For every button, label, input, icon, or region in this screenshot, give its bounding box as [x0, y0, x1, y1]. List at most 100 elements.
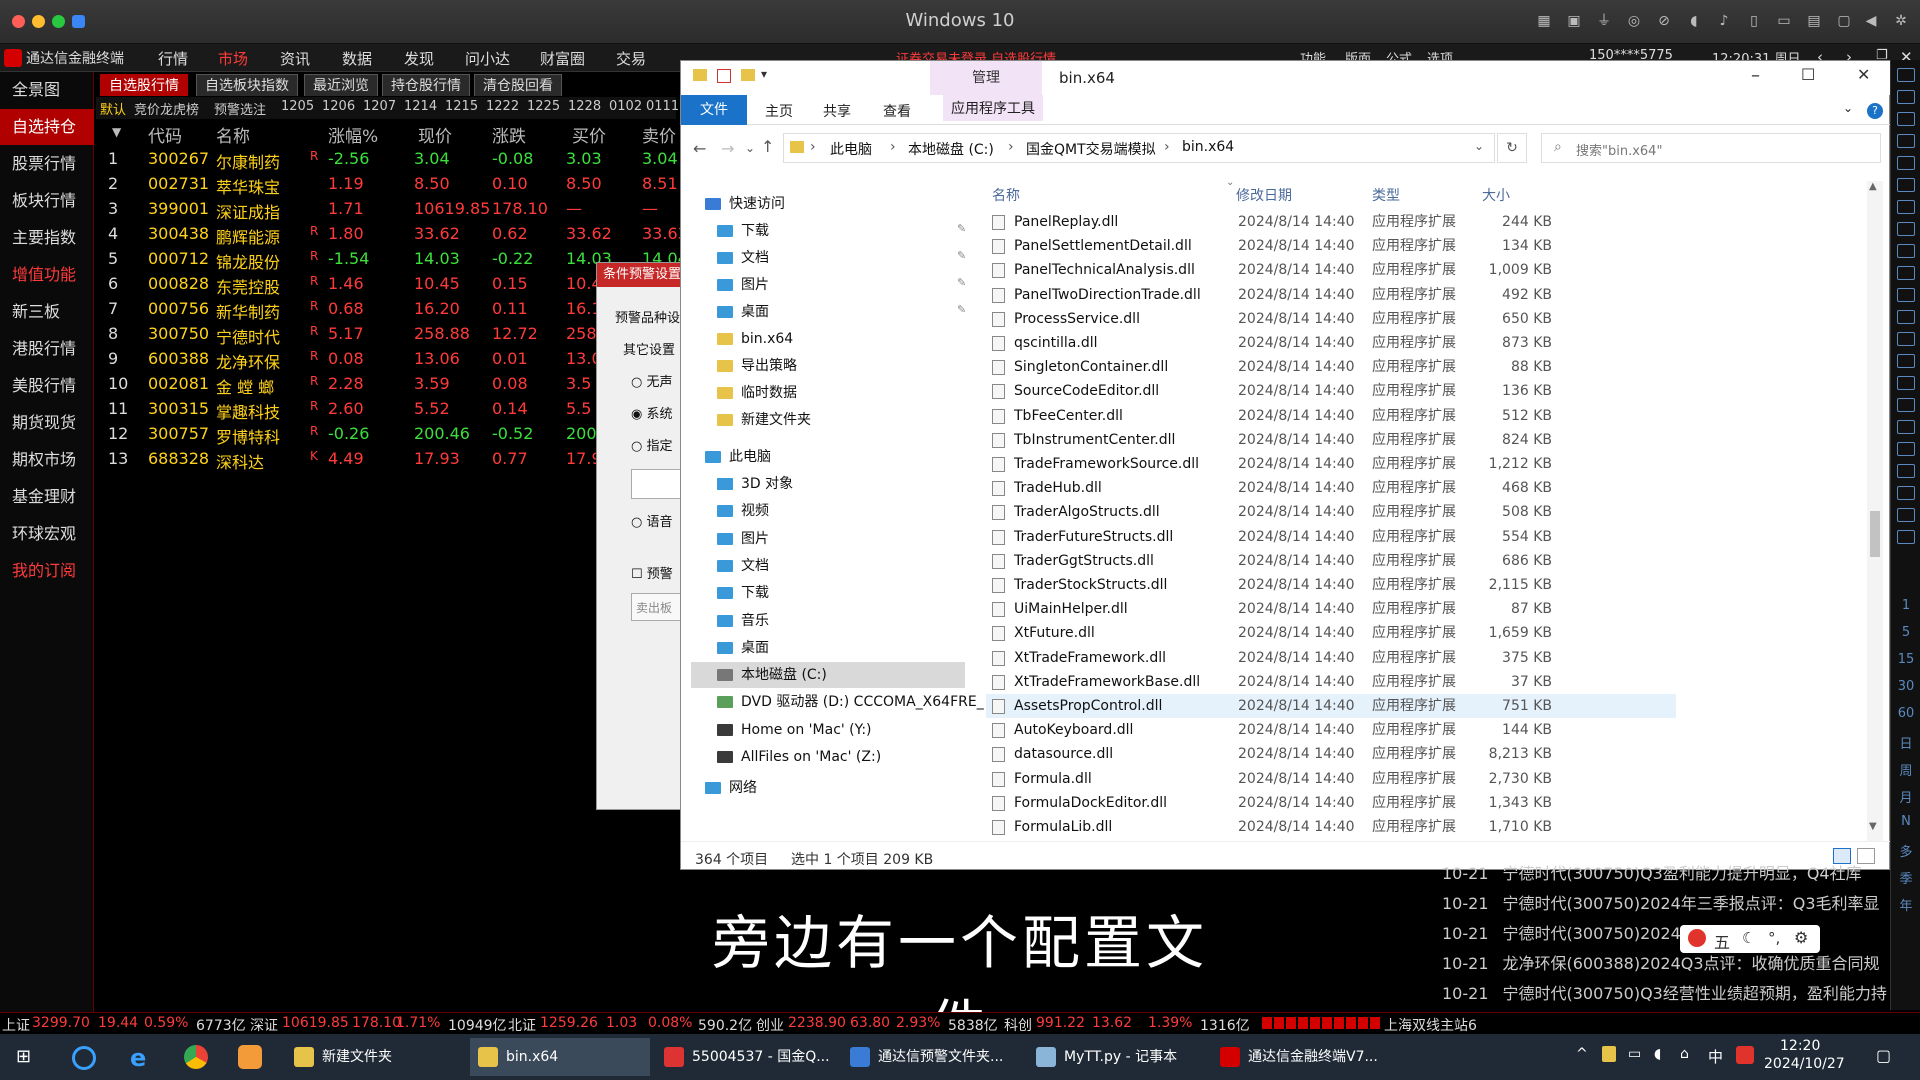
- crumb-pc[interactable]: 此电脑: [830, 139, 872, 159]
- device-icon[interactable]: ▯: [1745, 12, 1763, 30]
- file-row[interactable]: TraderFutureStructs.dll 2024/8/14 14:40 应用…: [986, 525, 1676, 549]
- nav-quick-item-1[interactable]: 文档: [717, 245, 769, 271]
- subtab-default[interactable]: 默认: [100, 99, 126, 118]
- pin-icon[interactable]: ✎: [957, 276, 966, 289]
- radio-custom[interactable]: ○ 指定: [631, 435, 673, 454]
- file-row[interactable]: SingletonContainer.dll 2024/8/14 14:40 应用程…: [986, 355, 1676, 379]
- security-icon[interactable]: [1602, 1046, 1616, 1062]
- sidebar-item-dingyue[interactable]: 我的订阅: [0, 553, 94, 589]
- file-row[interactable]: XtTradeFramework.dll 2024/8/14 14:40 应用程序扩…: [986, 646, 1676, 670]
- menu-wenxiaoda[interactable]: 问小达: [465, 48, 510, 69]
- qat-dropdown-icon[interactable]: ▾: [761, 67, 767, 81]
- nav-quick-item-7[interactable]: 新建文件夹: [717, 407, 811, 433]
- period-button[interactable]: 月: [1891, 787, 1920, 806]
- table-row[interactable]: 1 300267 尔康制药 R -2.56 3.04 -0.08 3.03 3.04: [96, 146, 678, 172]
- ticker-nb-label[interactable]: 北证: [508, 1015, 536, 1035]
- menu-caifuquan[interactable]: 财富圈: [540, 48, 585, 69]
- file-row[interactable]: AssetsPropControl.dll 2024/8/14 14:40 应用程序…: [986, 694, 1676, 718]
- sell-board-input[interactable]: 卖出板: [631, 593, 687, 621]
- taskbar-item-qmt[interactable]: 55004537 - 国金Q...: [656, 1038, 836, 1076]
- folder-share-icon[interactable]: ▤: [1805, 12, 1823, 30]
- table-row[interactable]: 13 688328 深科达 K 4.49 17.93 0.77 17.9: [96, 446, 676, 472]
- sidebar-item-quanjingtu[interactable]: 全景图: [0, 72, 94, 108]
- radio-voice[interactable]: ○ 语音: [631, 511, 673, 530]
- period-button[interactable]: 季: [1891, 868, 1920, 887]
- subtab-1206[interactable]: 1206: [322, 99, 355, 114]
- keyboard-icon[interactable]: ▦: [1535, 12, 1553, 30]
- network-icon[interactable]: ▭: [1628, 1046, 1641, 1062]
- toolbar-tool-icon[interactable]: [1897, 68, 1915, 82]
- nav-pc-item-1[interactable]: 视频: [717, 498, 769, 524]
- file-row[interactable]: FormulaDockEditor.dll 2024/8/14 14:40 应用程序…: [986, 791, 1676, 815]
- table-row[interactable]: 5 000712 锦龙股份 R -1.54 14.03 -0.22 14.03 14.04: [96, 246, 688, 272]
- windows-start-icon[interactable]: ⊞: [16, 1046, 36, 1067]
- period-button[interactable]: 1: [1891, 598, 1920, 613]
- news-item[interactable]: 10-21 宁德时代(300750)2024年三季报点评：Q3毛利率显: [1442, 890, 1880, 914]
- nav-pc-item-5[interactable]: 音乐: [717, 608, 769, 634]
- camera-icon[interactable]: ◎: [1625, 12, 1643, 30]
- ime-mode[interactable]: 五: [1714, 929, 1730, 953]
- ticker-kc-label[interactable]: 科创: [1004, 1015, 1032, 1035]
- up-icon[interactable]: ↑: [761, 137, 774, 156]
- col-bid[interactable]: 买价: [572, 122, 606, 147]
- header-name[interactable]: 名称: [992, 185, 1020, 205]
- pin-icon[interactable]: ✎: [957, 303, 966, 316]
- server-station[interactable]: 上海双线主站6: [1384, 1015, 1477, 1035]
- table-row[interactable]: 3 399001 深证成指 1.71 10619.85 178.10 — —: [96, 196, 676, 222]
- cpu-icon[interactable]: ▣: [1565, 12, 1583, 30]
- file-row[interactable]: qscintilla.dll 2024/8/14 14:40 应用程序扩展 873 K…: [986, 331, 1676, 355]
- col-code[interactable]: 代码: [148, 122, 182, 147]
- news-item[interactable]: 10-21 宁德时代(300750)2024: [1442, 920, 1681, 944]
- file-row[interactable]: ProcessService.dll 2024/8/14 14:40 应用程序扩展 6…: [986, 307, 1676, 331]
- sidebar-item-qiquan[interactable]: 期权市场: [0, 442, 94, 478]
- file-row[interactable]: SourceCodeEditor.dll 2024/8/14 14:40 应用程序扩…: [986, 379, 1676, 403]
- table-row[interactable]: 8 300750 宁德时代 R 5.17 258.88 12.72 258.8: [96, 321, 676, 347]
- file-row[interactable]: TradeFrameworkSource.dll 2024/8/14 14:40 应…: [986, 452, 1676, 476]
- sogou-icon[interactable]: [1736, 1046, 1754, 1064]
- crumb-drive[interactable]: 本地磁盘 (C:): [908, 139, 994, 159]
- tab-zixuan-bankuai[interactable]: 自选板块指数: [196, 74, 298, 96]
- toolbar-tool-icon[interactable]: [1897, 464, 1915, 478]
- nav-pc-item-8[interactable]: DVD 驱动器 (D:) CCCOMA_X64FRE_: [717, 689, 984, 715]
- mic-icon[interactable]: ♪: [1715, 12, 1733, 30]
- period-button[interactable]: 多: [1891, 841, 1920, 860]
- gear-icon[interactable]: ✲: [1892, 12, 1910, 30]
- window-icon[interactable]: ▢: [1835, 12, 1853, 30]
- toolbar-tool-icon[interactable]: [1897, 134, 1915, 148]
- app-icon[interactable]: [238, 1045, 262, 1069]
- sidebar-item-jijin[interactable]: 基金理财: [0, 479, 94, 515]
- network-icon[interactable]: ⊘: [1655, 12, 1673, 30]
- scroll-down-icon[interactable]: ▼: [1869, 821, 1877, 832]
- table-row[interactable]: 7 000756 新华制药 R 0.68 16.20 0.11 16.1: [96, 296, 676, 322]
- col-ask[interactable]: 卖价: [642, 122, 676, 147]
- scroll-thumb[interactable]: [1870, 511, 1880, 557]
- period-button[interactable]: 5: [1891, 625, 1920, 640]
- address-dropdown-icon[interactable]: ⌄: [1474, 139, 1484, 153]
- menu-shuju[interactable]: 数据: [342, 48, 372, 69]
- file-row[interactable]: XtFuture.dll 2024/8/14 14:40 应用程序扩展 1,659 K…: [986, 621, 1676, 645]
- toolbar-tool-icon[interactable]: [1897, 376, 1915, 390]
- radio-system[interactable]: ◉ 系统: [631, 403, 673, 422]
- nav-pc-item-6[interactable]: 桌面: [717, 635, 769, 661]
- subtab-0102[interactable]: 0102: [609, 99, 642, 114]
- subtab-1205[interactable]: 1205: [281, 99, 314, 114]
- toolbar-tool-icon[interactable]: [1897, 508, 1915, 522]
- menu-faxian[interactable]: 发现: [404, 48, 434, 69]
- subtab-1228[interactable]: 1228: [568, 99, 601, 114]
- header-size[interactable]: 大小: [1482, 185, 1510, 205]
- file-row[interactable]: FormulaLib.dll 2024/8/14 14:40 应用程序扩展 1,710…: [986, 815, 1676, 839]
- toolbar-tool-icon[interactable]: [1897, 310, 1915, 324]
- subtab-longhu[interactable]: 竞价龙虎榜: [134, 99, 199, 118]
- file-row[interactable]: TbFeeCenter.dll 2024/8/14 14:40 应用程序扩展 512 …: [986, 404, 1676, 428]
- toolbar-tool-icon[interactable]: [1897, 156, 1915, 170]
- col-price[interactable]: 现价: [418, 122, 452, 147]
- toolbar-tool-icon[interactable]: [1897, 266, 1915, 280]
- file-row[interactable]: TraderStockStructs.dll 2024/8/14 14:40 应用程…: [986, 573, 1676, 597]
- nav-pc-item-10[interactable]: AllFiles on 'Mac' (Z:): [717, 744, 881, 770]
- sidebar-item-huanqiu[interactable]: 环球宏观: [0, 516, 94, 552]
- file-row[interactable]: PanelSettlementDetail.dll 2024/8/14 14:40…: [986, 234, 1676, 258]
- volume-icon[interactable]: ◖: [1685, 12, 1703, 30]
- close-icon[interactable]: ✕: [1857, 65, 1870, 84]
- period-button[interactable]: 30: [1891, 679, 1920, 694]
- file-row[interactable]: XtTradeFrameworkBase.dll 2024/8/14 14:40 应…: [986, 670, 1676, 694]
